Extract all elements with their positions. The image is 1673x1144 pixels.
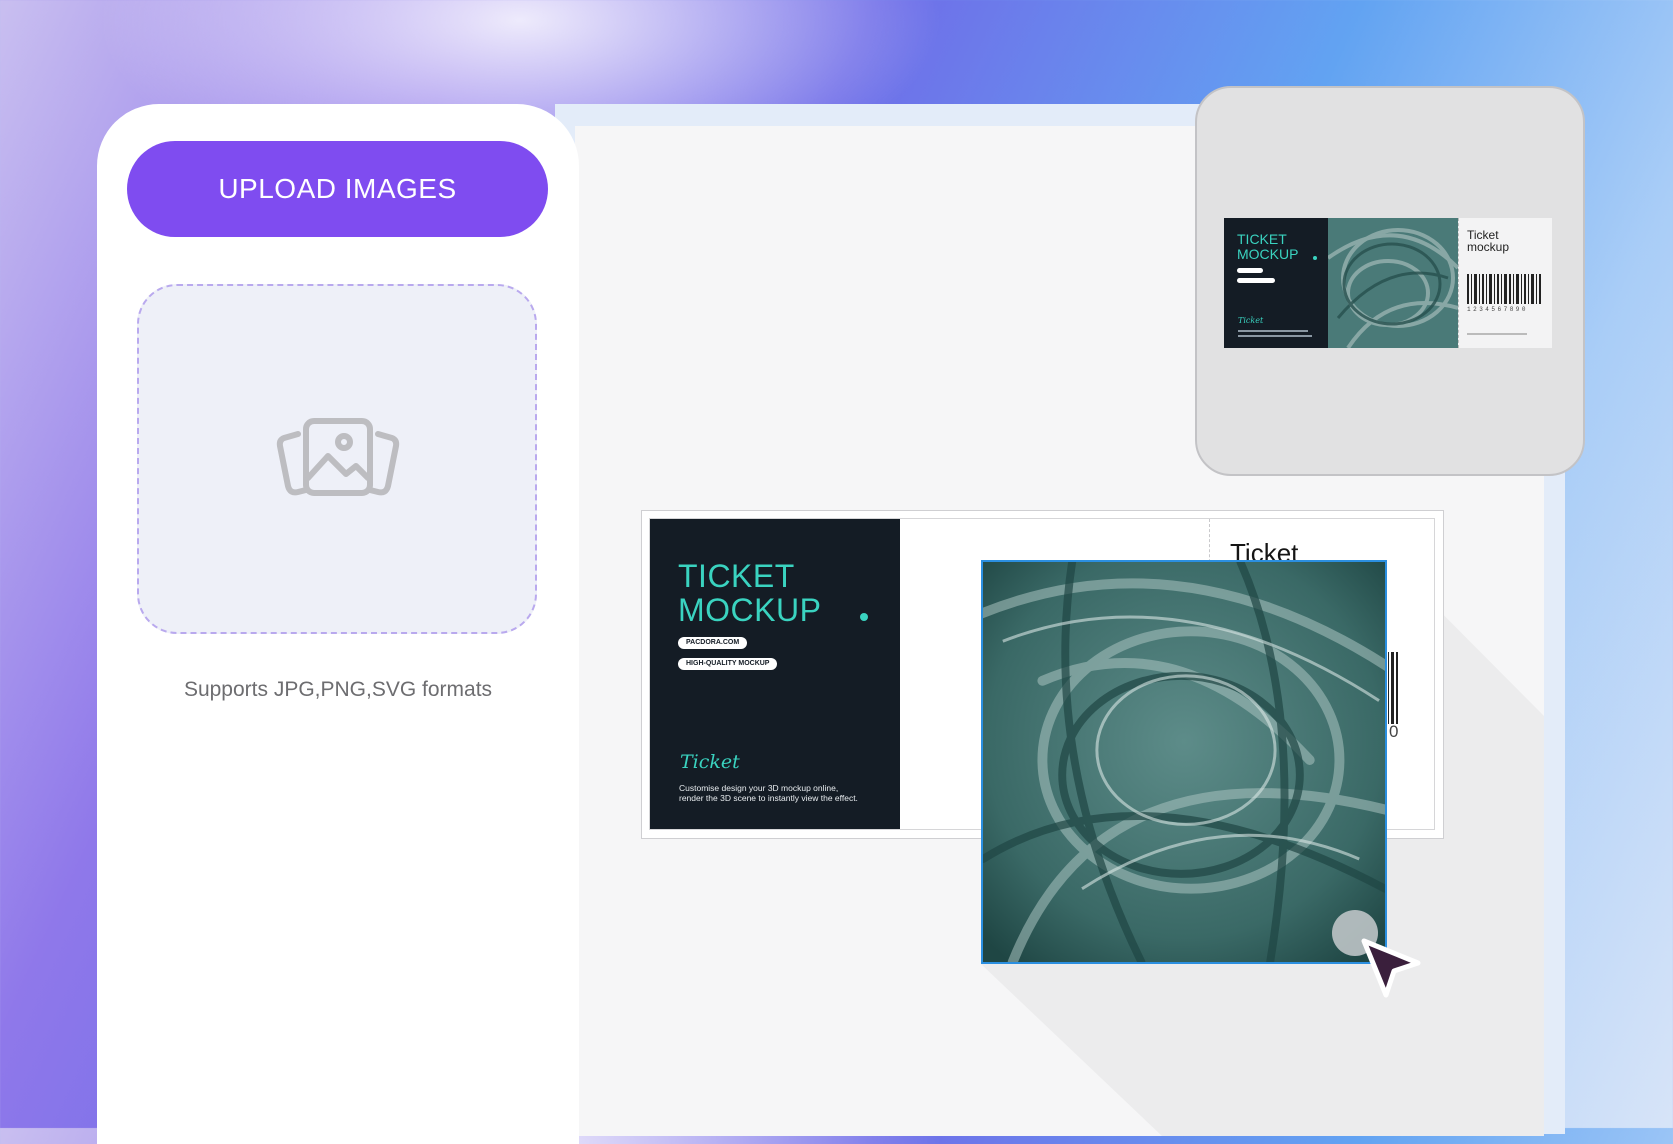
preview-barcode-digits: 1234567890 [1467,306,1529,313]
preview-title-line2: MOCKUP [1237,246,1299,262]
preview-stub-title-line2: mockup [1467,240,1510,254]
image-dropzone[interactable] [137,284,537,634]
pointer-arrow-icon [1361,938,1421,998]
preview-ticket-front: TICKET MOCKUP Ticket [1224,218,1328,348]
preview-pill [1237,278,1275,283]
preview-desc-line [1238,330,1308,332]
artwork-graphic [983,562,1385,962]
ticket-desc-line2: render the 3D scene to instantly view th… [679,793,858,803]
ticket-desc-line1: Customise design your 3D mockup online, [679,783,839,793]
image-gallery-icon [276,418,400,496]
preview-title-line1: TICKET [1237,231,1287,247]
ticket-title: TICKET MOCKUP [678,559,821,627]
supported-formats-text: Supports JPG,PNG,SVG formats [183,678,493,701]
preview-ticket: TICKET MOCKUP Ticket Ticket mockup 12345… [1224,218,1552,350]
preview-ticket-artwork [1328,218,1458,348]
ticket-description: Customise design your 3D mockup online, … [679,783,889,803]
preview-ticket-stub: Ticket mockup 1234567890 [1458,218,1552,348]
preview-pill [1237,268,1263,273]
preview-card: TICKET MOCKUP Ticket Ticket mockup 12345… [1195,86,1585,476]
preview-desc-line [1238,335,1312,337]
upload-images-button[interactable]: UPLOAD IMAGES [127,141,548,237]
preview-stub-title: Ticket mockup [1467,229,1509,253]
ticket-barcode-digit: 0 [1389,722,1399,741]
preview-ticket-title: TICKET MOCKUP [1237,232,1298,262]
preview-script: Ticket [1238,316,1264,325]
ticket-script-label: Ticket [680,751,740,773]
ticket-title-line2: MOCKUP [678,592,822,628]
preview-barcode [1467,274,1541,304]
ticket-title-line1: TICKET [678,558,795,594]
ticket-pill-quality: HIGH-QUALITY MOCKUP [678,658,778,670]
ticket-pill-website: PACDORA.COM [678,637,748,649]
dragged-artwork-image[interactable] [981,560,1387,964]
ticket-dot [860,613,868,621]
preview-dot [1313,256,1317,260]
preview-fine-print [1467,333,1527,335]
ticket-front-panel: TICKET MOCKUP PACDORA.COM HIGH-QUALITY M… [650,519,900,829]
